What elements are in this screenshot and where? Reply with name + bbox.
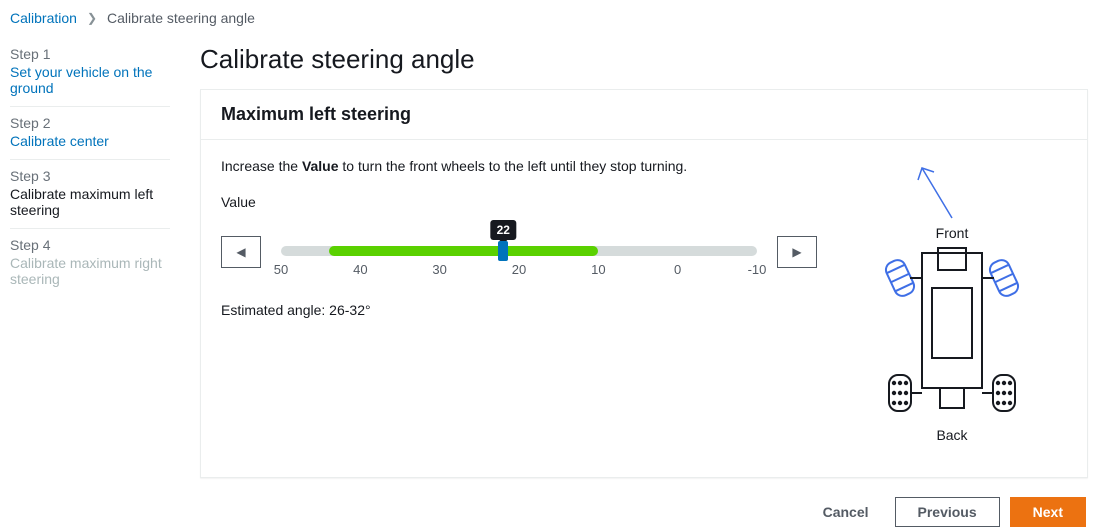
estimated-angle: Estimated angle: 26-32° [221, 302, 817, 318]
wizard-steps: Step 1 Set your vehicle on the ground St… [0, 38, 180, 528]
triangle-left-icon: ◀ [236, 245, 245, 259]
chevron-right-icon: ❯ [87, 11, 97, 25]
next-button[interactable]: Next [1010, 497, 1086, 527]
wizard-step-2[interactable]: Step 2 Calibrate center [10, 107, 170, 160]
breadcrumb-root[interactable]: Calibration [10, 10, 77, 26]
svg-text:Front: Front [936, 225, 969, 241]
wizard-step-4: Step 4 Calibrate maximum right steering [10, 229, 170, 297]
svg-text:Back: Back [936, 427, 968, 443]
slider-tooltip: 22 [491, 220, 516, 240]
increment-button[interactable]: ▶ [777, 236, 817, 268]
step-label: Step 3 [10, 168, 170, 184]
triangle-right-icon: ▶ [792, 245, 801, 259]
breadcrumb-current: Calibrate steering angle [107, 10, 255, 26]
step-label: Step 1 [10, 46, 170, 62]
step-title: Set your vehicle on the ground [10, 64, 170, 96]
cancel-button[interactable]: Cancel [807, 496, 885, 528]
instruction-text: Increase the Value to turn the front whe… [221, 158, 817, 174]
step-label: Step 4 [10, 237, 170, 253]
breadcrumb: Calibration ❯ Calibrate steering angle [0, 0, 1098, 38]
slider-ticks: 50 40 30 20 10 0 -10 [281, 262, 757, 280]
step-title: Calibrate maximum left steering [10, 186, 170, 218]
calibration-card: Maximum left steering Increase the Value… [200, 89, 1088, 478]
value-slider[interactable]: 22 50 40 30 20 10 0 [281, 224, 757, 280]
wizard-step-3: Step 3 Calibrate maximum left steering [10, 160, 170, 229]
step-title: Calibrate center [10, 133, 170, 149]
wizard-footer: Cancel Previous Next [200, 478, 1088, 528]
step-title: Calibrate maximum right steering [10, 255, 170, 287]
decrement-button[interactable]: ◀ [221, 236, 261, 268]
slider-track[interactable] [281, 246, 757, 256]
card-title: Maximum left steering [221, 104, 1067, 125]
page-title: Calibrate steering angle [200, 44, 1088, 75]
previous-button[interactable]: Previous [895, 497, 1000, 527]
step-label: Step 2 [10, 115, 170, 131]
value-label: Value [221, 194, 817, 210]
slider-handle[interactable] [498, 241, 508, 261]
slider-fill [329, 246, 599, 256]
car-top-view-icon: Front [852, 158, 1052, 448]
wizard-step-1[interactable]: Step 1 Set your vehicle on the ground [10, 38, 170, 107]
vehicle-diagram: Front [837, 158, 1067, 451]
